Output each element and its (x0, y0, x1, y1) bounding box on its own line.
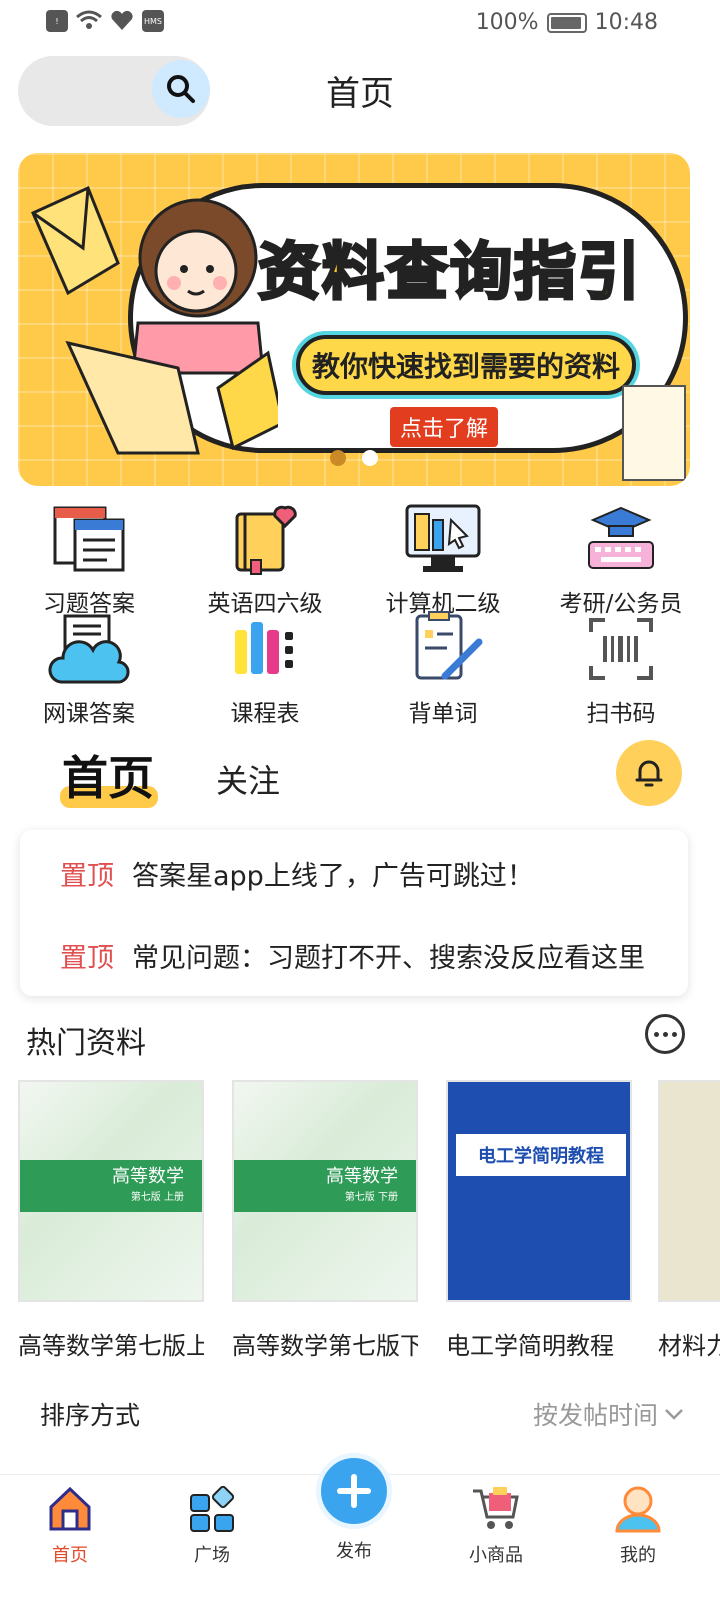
book-card[interactable]: 电工学简明教程 电工学简明教程 (446, 1080, 632, 1361)
tab-home[interactable]: 首页 (62, 742, 154, 808)
book-cover (658, 1080, 720, 1302)
clock: 10:48 (594, 10, 658, 35)
bell-icon (635, 760, 663, 787)
bottom-nav: 首页 广场 发布 小商品 我的 (0, 1453, 720, 1600)
health-icon (111, 10, 133, 30)
book-card[interactable]: 材料力学 (658, 1080, 720, 1361)
nav-label: 发布 (336, 1541, 372, 1562)
cover-subtitle: 第七版 下册 (344, 1192, 398, 1203)
answers-icon (53, 506, 125, 572)
cartoon-girl-illustration (31, 185, 278, 455)
book-card[interactable]: 高等数学第七版 下册 高等数学第七版下册 (232, 1080, 418, 1361)
nav-publish[interactable]: 发布 (294, 1453, 414, 1563)
cart-icon (473, 1487, 519, 1529)
carousel-dot[interactable] (330, 450, 346, 466)
book-title: 高等数学第七版下册 (232, 1332, 418, 1360)
timetable-icon (235, 622, 293, 674)
grid-item-exam[interactable]: 考研/公务员 (532, 500, 710, 618)
carousel-dot-active[interactable] (362, 450, 378, 466)
english-book-icon (235, 505, 297, 575)
sort-dropdown[interactable]: 按发帖时间 (533, 1396, 684, 1432)
banner-learn-more-button[interactable]: 点击了解 (390, 407, 499, 447)
pin-text: 答案星app上线了，广告可跳过！ (132, 861, 534, 892)
square-icon (190, 1485, 235, 1532)
nav-label: 我的 (620, 1545, 656, 1566)
grid-item-english[interactable]: 英语四六级 (176, 500, 354, 618)
pin-tag: 置顶 (60, 943, 114, 974)
hms-icon: HMS (142, 10, 164, 32)
book-cover: 高等数学第七版 上册 (18, 1080, 204, 1302)
nav-label: 小商品 (469, 1545, 523, 1566)
sort-value: 按发帖时间 (532, 1401, 658, 1430)
grid-label: 网课答案 (43, 701, 135, 727)
home-icon (49, 1486, 91, 1531)
grid-item-computer[interactable]: 计算机二级 (354, 500, 532, 618)
grid-item-scan[interactable]: 扫书码 (532, 610, 710, 728)
cover-title: 高等数学 (112, 1166, 184, 1187)
grid-item-vocab[interactable]: 背单词 (354, 610, 532, 728)
book-title: 高等数学第七版上册 (18, 1332, 204, 1360)
section-title: 热门资料 (26, 1026, 146, 1061)
pinned-posts: 置顶 答案星app上线了，广告可跳过！ 置顶 常见问题：习题打不开、搜索没反应看… (20, 830, 688, 996)
pin-text: 常见问题：习题打不开、搜索没反应看这里 (132, 943, 645, 974)
nav-profile[interactable]: 我的 (578, 1483, 698, 1567)
battery-icon (546, 12, 587, 33)
book-title: 材料力学 (658, 1332, 720, 1360)
book-card[interactable]: 高等数学第七版 上册 高等数学第七版上册 (18, 1080, 204, 1361)
barcode-scan-icon (589, 618, 653, 680)
grid-label: 扫书码 (586, 701, 656, 727)
alert-icon: ! (46, 10, 68, 32)
profile-icon (615, 1486, 661, 1533)
chevron-down-icon (665, 1409, 683, 1420)
cloud-doc-icon (48, 614, 130, 684)
nav-home[interactable]: 首页 (10, 1483, 130, 1567)
grid-label: 背单词 (408, 701, 478, 727)
cover-subtitle: 第七版 上册 (130, 1192, 184, 1203)
plus-icon (337, 1474, 371, 1508)
battery-percent: 100% (475, 10, 539, 35)
grid-label: 课程表 (230, 701, 300, 727)
book-cover: 电工学简明教程 (446, 1080, 632, 1302)
banner-subtitle: 教你快速找到需要的资料 (296, 335, 636, 395)
grid-item-answers[interactable]: 习题答案 (0, 500, 178, 618)
graduate-cap-icon (588, 506, 654, 569)
grid-item-online-course[interactable]: 网课答案 (0, 610, 178, 728)
book-title: 电工学简明教程 (446, 1332, 614, 1360)
page-title: 首页 (326, 74, 394, 114)
pin-tag: 置顶 (60, 861, 114, 892)
cover-title: 高等数学 (326, 1166, 398, 1187)
grid-item-timetable[interactable]: 课程表 (176, 610, 354, 728)
status-bar: ! HMS 100% 10:48 (0, 0, 720, 48)
banner-carousel[interactable]: 资料查询指引 教你快速找到需要的资料 点击了解 (18, 153, 690, 486)
book-cover: 高等数学第七版 下册 (232, 1080, 418, 1302)
cover-title: 电工学简明教程 (456, 1134, 626, 1176)
more-button[interactable] (645, 1014, 685, 1054)
publish-button[interactable] (316, 1453, 392, 1529)
pinned-post[interactable]: 置顶 常见问题：习题打不开、搜索没反应看这里 (60, 936, 660, 975)
nav-square[interactable]: 广场 (152, 1483, 272, 1567)
wifi-icon (76, 10, 102, 29)
nav-label: 广场 (194, 1545, 230, 1566)
nav-shop[interactable]: 小商品 (436, 1483, 556, 1567)
tab-follow[interactable]: 关注 (216, 756, 280, 802)
banner-title: 资料查询指引 (256, 234, 643, 310)
pinned-post[interactable]: 置顶 答案星app上线了，广告可跳过！ (60, 854, 660, 893)
sort-label: 排序方式 (40, 1401, 141, 1430)
nav-label: 首页 (52, 1545, 88, 1566)
vocab-icon (415, 611, 483, 680)
computer-icon (405, 504, 481, 572)
document-icon (622, 385, 686, 481)
notification-button[interactable] (616, 740, 682, 806)
